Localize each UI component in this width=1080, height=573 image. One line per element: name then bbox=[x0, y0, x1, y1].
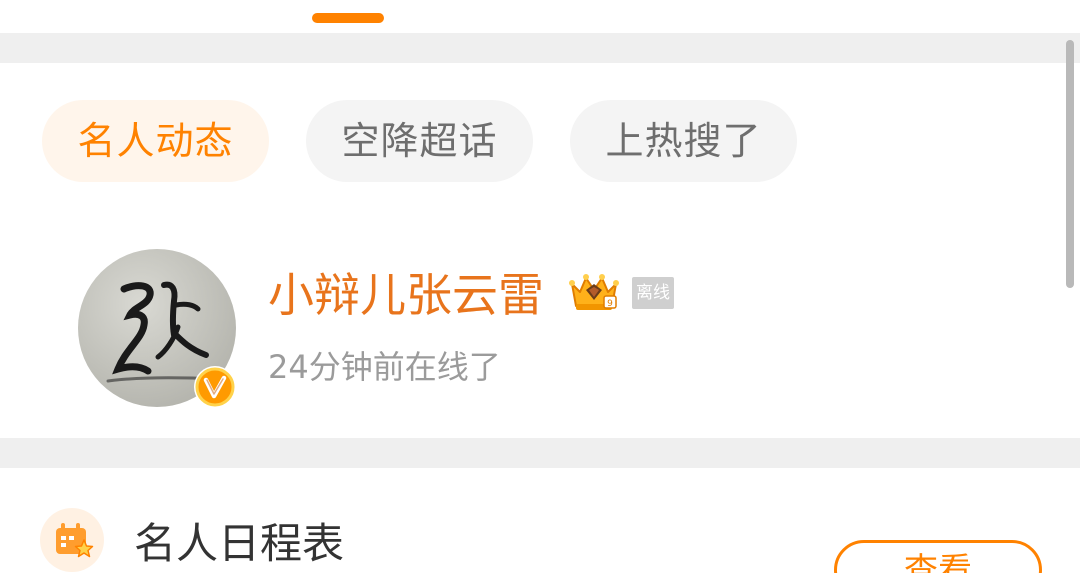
crown-badge-icon: 9 bbox=[566, 268, 622, 314]
section-divider bbox=[0, 438, 1080, 468]
chip-trending[interactable]: 上热搜了 bbox=[570, 100, 797, 182]
section-divider bbox=[0, 33, 1080, 63]
scrollbar[interactable] bbox=[1066, 40, 1074, 288]
view-schedule-button[interactable]: 查看 bbox=[834, 540, 1042, 573]
status-badge: 离线 bbox=[632, 277, 674, 309]
active-tab-indicator bbox=[312, 13, 384, 23]
svg-text:9: 9 bbox=[607, 299, 613, 309]
verified-icon bbox=[194, 366, 236, 408]
chip-celebrity-updates[interactable]: 名人动态 bbox=[42, 100, 269, 182]
screen: 名人动态 空降超话 上热搜了 小辩儿张云雷 9 离线 24分钟前在线了 名人日程… bbox=[0, 0, 1080, 573]
last-online-text: 24分钟前在线了 bbox=[268, 348, 501, 386]
user-name[interactable]: 小辩儿张云雷 bbox=[268, 266, 544, 324]
schedule-title: 名人日程表 bbox=[134, 519, 345, 568]
calendar-star-icon bbox=[40, 508, 104, 572]
chip-airdrop-supertopic[interactable]: 空降超话 bbox=[306, 100, 533, 182]
top-tab-bar bbox=[0, 0, 1080, 33]
